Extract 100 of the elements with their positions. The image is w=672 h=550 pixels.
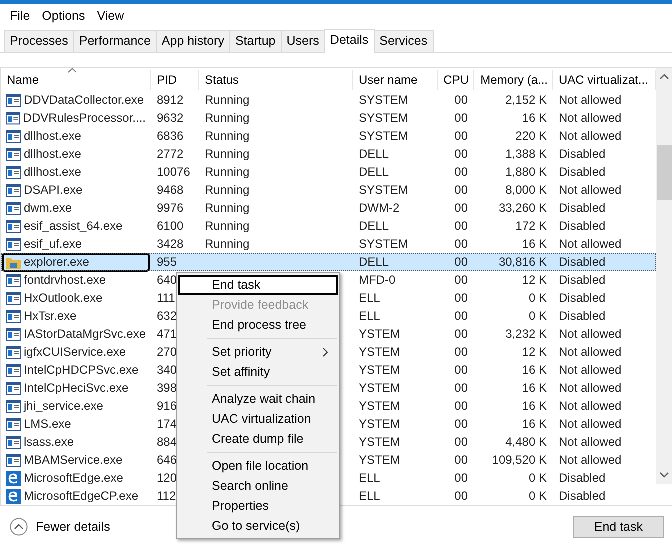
column-header[interactable]: User name	[359, 73, 418, 87]
process-name: DDVRulesProcessor....	[23, 111, 146, 125]
scroll-down-icon[interactable]	[660, 472, 668, 478]
table-cell: 00	[454, 129, 468, 143]
table-cell: 12 K	[522, 345, 547, 359]
tab[interactable]: Services	[374, 30, 434, 52]
table-cell: Not allowed	[559, 399, 622, 413]
menu-item[interactable]: Analyze wait chain	[178, 389, 338, 409]
app-icon	[6, 382, 21, 394]
menu-item[interactable]: End process tree	[178, 315, 338, 335]
table-cell: 0 K	[528, 489, 547, 503]
table-cell: DELL	[359, 255, 390, 269]
column-header[interactable]: CPU	[444, 73, 469, 87]
table-cell: Not allowed	[559, 453, 622, 467]
table-cell: 00	[454, 273, 468, 287]
table-cell: YSTEM	[359, 453, 400, 467]
table-cell: DWM-2	[359, 201, 400, 215]
table-cell: Not allowed	[559, 129, 622, 143]
menu-item[interactable]: View	[91, 9, 130, 23]
table-cell: 6100	[157, 219, 184, 233]
menu-item[interactable]: Go to service(s)	[178, 516, 338, 536]
process-name: LMS.exe	[24, 417, 72, 431]
fewer-details-link[interactable]: Fewer details	[36, 520, 110, 534]
table-cell: 172 K	[516, 219, 547, 233]
table-cell: 220 K	[516, 129, 547, 143]
table-cell: ELL	[359, 291, 380, 305]
table-cell: 00	[454, 255, 468, 269]
table-cell: Not allowed	[559, 435, 622, 449]
menu-item[interactable]: End task	[178, 275, 338, 295]
table-cell: Running	[205, 93, 250, 107]
table-cell: Running	[205, 129, 250, 143]
table-cell: 6836	[157, 129, 184, 143]
table-cell: 4,480 K	[506, 435, 547, 449]
end-task-button[interactable]: End task	[573, 516, 664, 538]
tab[interactable]: Processes	[4, 30, 74, 52]
table-cell: Not allowed	[559, 183, 622, 197]
table-cell: 3,232 K	[506, 327, 547, 341]
table-cell: 120	[157, 471, 178, 485]
table-cell: Not allowed	[559, 111, 622, 125]
table-cell: Not allowed	[559, 327, 622, 341]
process-name: igfxCUIService.exe	[24, 345, 126, 359]
table-cell: 8,000 K	[506, 183, 547, 197]
scrollbar[interactable]	[656, 68, 672, 484]
table-cell: Disabled	[559, 147, 606, 161]
table-cell: 12 K	[522, 273, 547, 287]
table-cell: 00	[454, 489, 468, 503]
table-cell: DELL	[359, 219, 390, 233]
edge-icon	[6, 488, 21, 504]
process-name: explorer.exe	[24, 255, 90, 269]
process-name: jhi_service.exe	[24, 399, 104, 413]
table-cell: SYSTEM	[359, 111, 408, 125]
column-header[interactable]: PID	[157, 73, 178, 87]
menu-item[interactable]: Properties	[178, 496, 338, 516]
menu-item[interactable]: Set priority	[178, 342, 338, 362]
column-header[interactable]: Status	[205, 73, 240, 87]
menu-item[interactable]: Open file location	[178, 456, 338, 476]
tab[interactable]: Performance	[73, 30, 157, 52]
tab[interactable]: App history	[156, 30, 230, 52]
column-header[interactable]: Name	[7, 73, 40, 87]
sort-icon	[68, 68, 77, 73]
table-cell: 340	[157, 363, 178, 377]
table-cell: 955	[157, 255, 178, 269]
table-cell: 471	[157, 327, 178, 341]
scroll-up-icon[interactable]	[660, 74, 668, 80]
menu-item[interactable]: UAC virtualization	[178, 409, 338, 429]
scroll-thumb[interactable]	[656, 145, 672, 200]
menu-item[interactable]: Create dump file	[178, 429, 338, 449]
menu-item[interactable]: Search online	[178, 476, 338, 496]
column-header[interactable]: UAC virtualizat...	[559, 73, 648, 87]
table-cell: 2772	[157, 147, 184, 161]
menu-item[interactable]: Options	[36, 9, 92, 23]
tab[interactable]: Startup	[229, 30, 282, 52]
app-icon	[6, 94, 21, 106]
collapse-icon[interactable]	[10, 518, 28, 536]
table-cell: Disabled	[559, 255, 606, 269]
app-icon	[6, 220, 21, 232]
column-header[interactable]: Memory (a...	[480, 73, 548, 87]
menu-item[interactable]: File	[4, 9, 36, 23]
table-cell: 0 K	[528, 471, 547, 485]
table-cell: Disabled	[559, 291, 606, 305]
table-cell: 3428	[157, 237, 184, 251]
table-cell: 00	[454, 111, 468, 125]
table-cell: 16 K	[522, 381, 547, 395]
table-cell: 33,260 K	[498, 201, 547, 215]
app-icon	[6, 328, 21, 340]
app-icon	[6, 454, 21, 466]
tab[interactable]: Details	[324, 29, 375, 53]
app-icon	[6, 346, 21, 358]
table-cell: 00	[454, 327, 468, 341]
table-cell: 2,152 K	[506, 93, 547, 107]
table-cell: 00	[454, 219, 468, 233]
table-cell: 00	[454, 417, 468, 431]
table-cell: 8912	[157, 93, 184, 107]
app-icon	[6, 148, 21, 160]
table-cell: 00	[454, 201, 468, 215]
tab[interactable]: Users	[280, 30, 326, 52]
table-cell: Not allowed	[559, 345, 622, 359]
process-name: DDVDataCollector.exe	[24, 93, 144, 107]
menu-item[interactable]: Set affinity	[178, 362, 338, 382]
table-cell: 640	[157, 273, 178, 287]
